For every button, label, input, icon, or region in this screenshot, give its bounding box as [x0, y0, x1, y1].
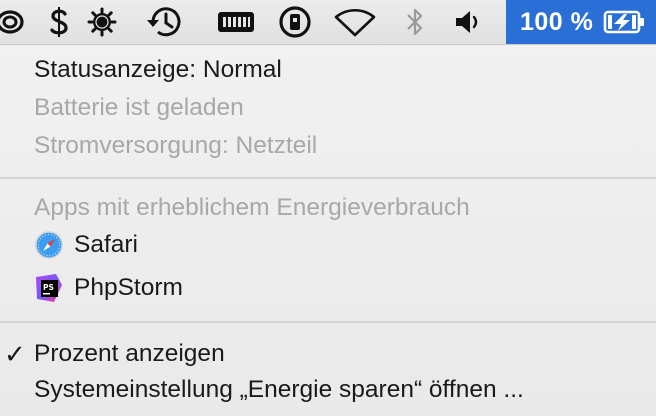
menu-separator [0, 177, 656, 179]
phpstorm-icon: PS [34, 273, 64, 303]
checkmark-icon: ✓ [4, 339, 26, 369]
brightness-icon[interactable] [86, 0, 118, 44]
app-item-label: Safari [74, 231, 139, 258]
battery-charged-label: Batterie ist geladen [34, 94, 244, 121]
wifi-icon[interactable] [332, 0, 378, 44]
show-percent-item[interactable]: Prozent anzeigen [34, 339, 225, 369]
volume-icon[interactable] [452, 0, 486, 44]
app-item-safari[interactable]: Safari [34, 230, 138, 260]
bluetooth-icon[interactable] [402, 0, 428, 44]
app-item-label: PhpStorm [74, 274, 183, 301]
battery-percent: 100 % [520, 7, 594, 36]
memory-icon[interactable] [216, 0, 256, 44]
open-energy-prefs-item[interactable]: Systemeinstellung „Energie sparen“ öffne… [34, 375, 524, 405]
apps-heading: Apps mit erheblichem Energieverbrauch [34, 194, 470, 221]
creative-cloud-icon[interactable] [0, 0, 28, 44]
app-item-phpstorm[interactable]: PS PhpStorm [34, 273, 183, 303]
info-icon[interactable] [276, 0, 314, 44]
time-machine-icon[interactable] [144, 0, 186, 44]
safari-icon [34, 230, 64, 260]
status-label: Statusanzeige: Normal [34, 56, 282, 83]
menu-bar: 100 % [0, 0, 656, 45]
battery-charging-icon [603, 9, 645, 35]
svg-text:PS: PS [43, 283, 54, 292]
dollar-app-icon[interactable] [44, 0, 74, 44]
battery-status-item[interactable]: 100 % [506, 0, 656, 44]
battery-menu: Statusanzeige: Normal Batterie ist gelad… [0, 45, 656, 416]
menu-separator [0, 321, 656, 323]
power-source-label: Stromversorgung: Netzteil [34, 132, 318, 159]
